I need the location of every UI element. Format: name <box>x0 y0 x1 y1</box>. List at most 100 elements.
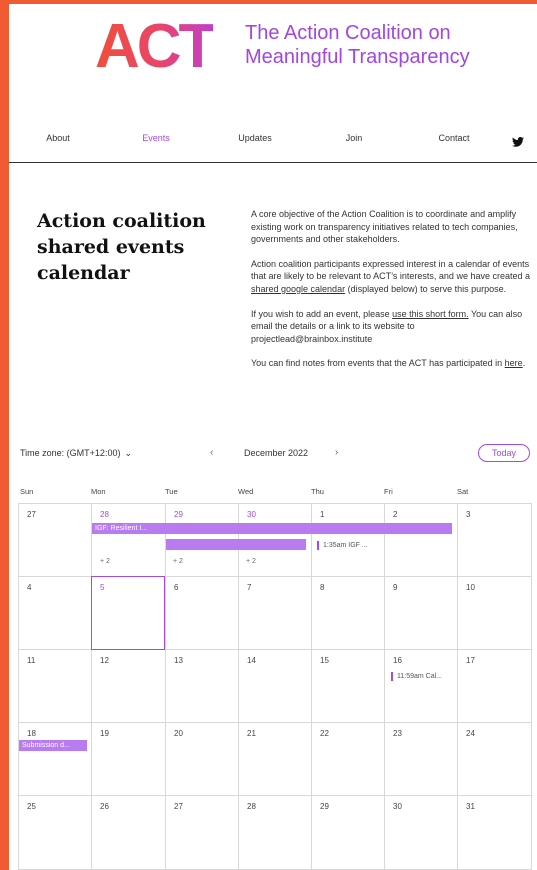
calendar-day-cell[interactable]: 29 <box>311 795 384 870</box>
page-title: Action coalition shared events calendar <box>37 210 206 284</box>
event-notes-link[interactable]: here <box>505 358 523 368</box>
event-fri-16[interactable]: 11:59am Cal... <box>391 672 442 681</box>
intro-paragraph-1: A core objective of the Action Coalition… <box>251 209 518 245</box>
intro-paragraph-2: Action coalition participants expressed … <box>251 258 530 294</box>
calendar-day-cell[interactable]: 25 <box>18 795 91 870</box>
timezone-label: Time zone: (GMT+12:00) <box>20 448 121 458</box>
day-number: 24 <box>466 729 475 738</box>
day-number: 15 <box>320 656 329 665</box>
more-events-mon[interactable]: + 2 <box>100 558 110 565</box>
weekday-mon: Mon <box>91 487 106 496</box>
calendar-day-cell[interactable]: 14 <box>238 649 311 722</box>
calendar-day-cell[interactable]: 10 <box>457 576 532 649</box>
nav-about[interactable]: About <box>46 133 70 143</box>
calendar-day-cell[interactable]: 17 <box>457 649 532 722</box>
more-events-wed[interactable]: + 2 <box>246 558 256 565</box>
day-number: 30 <box>393 802 402 811</box>
calendar-day-cell[interactable]: 16 <box>384 649 457 722</box>
calendar-day-cell[interactable]: 6 <box>165 576 238 649</box>
day-number: 23 <box>393 729 402 738</box>
day-number: 21 <box>247 729 256 738</box>
day-number: 25 <box>27 802 36 811</box>
day-number: 27 <box>27 510 36 519</box>
day-number: 13 <box>174 656 183 665</box>
prev-month-button[interactable]: ‹ <box>210 447 213 458</box>
day-number: 19 <box>100 729 109 738</box>
day-number: 11 <box>27 656 36 665</box>
calendar-day-cell[interactable]: 8 <box>311 576 384 649</box>
twitter-icon[interactable] <box>512 137 524 147</box>
calendar-day-cell[interactable]: 28 <box>91 503 165 576</box>
day-number: 28 <box>247 802 256 811</box>
timezone-select[interactable]: Time zone: (GMT+12:00) ⌄ <box>20 448 132 459</box>
logo-line-1: The Action Coalition on <box>245 22 451 44</box>
nav-join[interactable]: Join <box>346 133 363 143</box>
calendar-day-cell[interactable]: 7 <box>238 576 311 649</box>
day-number: 29 <box>320 802 329 811</box>
nav-divider <box>9 162 537 163</box>
calendar-day-cell[interactable]: 26 <box>91 795 165 870</box>
more-events-tue[interactable]: + 2 <box>173 558 183 565</box>
day-number: 30 <box>247 510 256 519</box>
today-highlight <box>91 576 165 650</box>
day-number: 18 <box>27 729 36 738</box>
day-number: 7 <box>247 583 252 592</box>
calendar-day-cell[interactable]: 2 <box>384 503 457 576</box>
day-number: 1 <box>320 510 325 519</box>
day-number: 8 <box>320 583 325 592</box>
weekday-fri: Fri <box>384 487 393 496</box>
calendar-day-cell[interactable]: 13 <box>165 649 238 722</box>
event-igf-timed[interactable]: 1:35am IGF ... <box>317 541 368 550</box>
weekday-wed: Wed <box>238 487 254 496</box>
intro-text: A core objective of the Action Coalition… <box>251 208 536 382</box>
day-number: 29 <box>174 510 183 519</box>
calendar-day-cell[interactable]: 1 <box>311 503 384 576</box>
current-month: December 2022 <box>244 448 309 458</box>
weekday-sun: Sun <box>20 487 34 496</box>
calendar-day-cell[interactable]: 4 <box>18 576 91 649</box>
calendar-day-cell[interactable]: 31 <box>457 795 532 870</box>
calendar-day-cell[interactable]: 12 <box>91 649 165 722</box>
calendar-day-cell[interactable]: 3 <box>457 503 532 576</box>
event-igf-bar[interactable]: IGF: Resilient I... <box>92 523 452 534</box>
main-nav: About Events Updates Join Contact <box>9 133 537 153</box>
calendar-day-cell[interactable]: 28 <box>238 795 311 870</box>
calendar-day-cell[interactable]: 21 <box>238 722 311 795</box>
calendar-day-cell[interactable]: 27 <box>165 795 238 870</box>
calendar-day-cell[interactable]: 23 <box>384 722 457 795</box>
today-button[interactable]: Today <box>478 444 530 462</box>
calendar-day-cell[interactable]: 27 <box>18 503 91 576</box>
logo-mark: ACT <box>95 12 216 81</box>
day-number: 31 <box>466 802 475 811</box>
calendar-day-cell[interactable]: 30 <box>384 795 457 870</box>
short-form-link[interactable]: use this short form. <box>392 309 469 319</box>
day-number: 17 <box>466 656 475 665</box>
nav-events[interactable]: Events <box>142 133 170 143</box>
event-sun-18[interactable]: Submission d... <box>19 740 87 751</box>
day-number: 20 <box>174 729 183 738</box>
calendar-day-cell[interactable]: 22 <box>311 722 384 795</box>
day-number: 16 <box>393 656 402 665</box>
nav-contact[interactable]: Contact <box>438 133 469 143</box>
calendar-day-cell[interactable]: 11 <box>18 649 91 722</box>
frame-top <box>0 0 537 4</box>
logo-text: The Action Coalition on Meaningful Trans… <box>245 21 505 69</box>
calendar-day-cell[interactable]: 15 <box>311 649 384 722</box>
day-number: 26 <box>100 802 109 811</box>
nav-updates[interactable]: Updates <box>238 133 272 143</box>
calendar-day-cell[interactable]: 20 <box>165 722 238 795</box>
calendar-day-cell[interactable]: 24 <box>457 722 532 795</box>
intro-paragraph-4: You can find notes from events that the … <box>251 358 526 369</box>
chevron-down-icon: ⌄ <box>124 448 132 458</box>
calendar-day-cell[interactable]: 9 <box>384 576 457 649</box>
day-number: 2 <box>393 510 398 519</box>
shared-calendar-link[interactable]: shared google calendar <box>251 284 345 294</box>
logo-line-2: Meaningful Transparency <box>245 46 470 68</box>
calendar-day-cell[interactable]: 19 <box>91 722 165 795</box>
calendar-day-cell[interactable]: 18 <box>18 722 91 795</box>
day-number: 9 <box>393 583 398 592</box>
event-bar-untitled[interactable] <box>166 539 306 550</box>
day-number: 4 <box>27 583 32 592</box>
next-month-button[interactable]: › <box>335 447 338 458</box>
day-number: 27 <box>174 802 183 811</box>
